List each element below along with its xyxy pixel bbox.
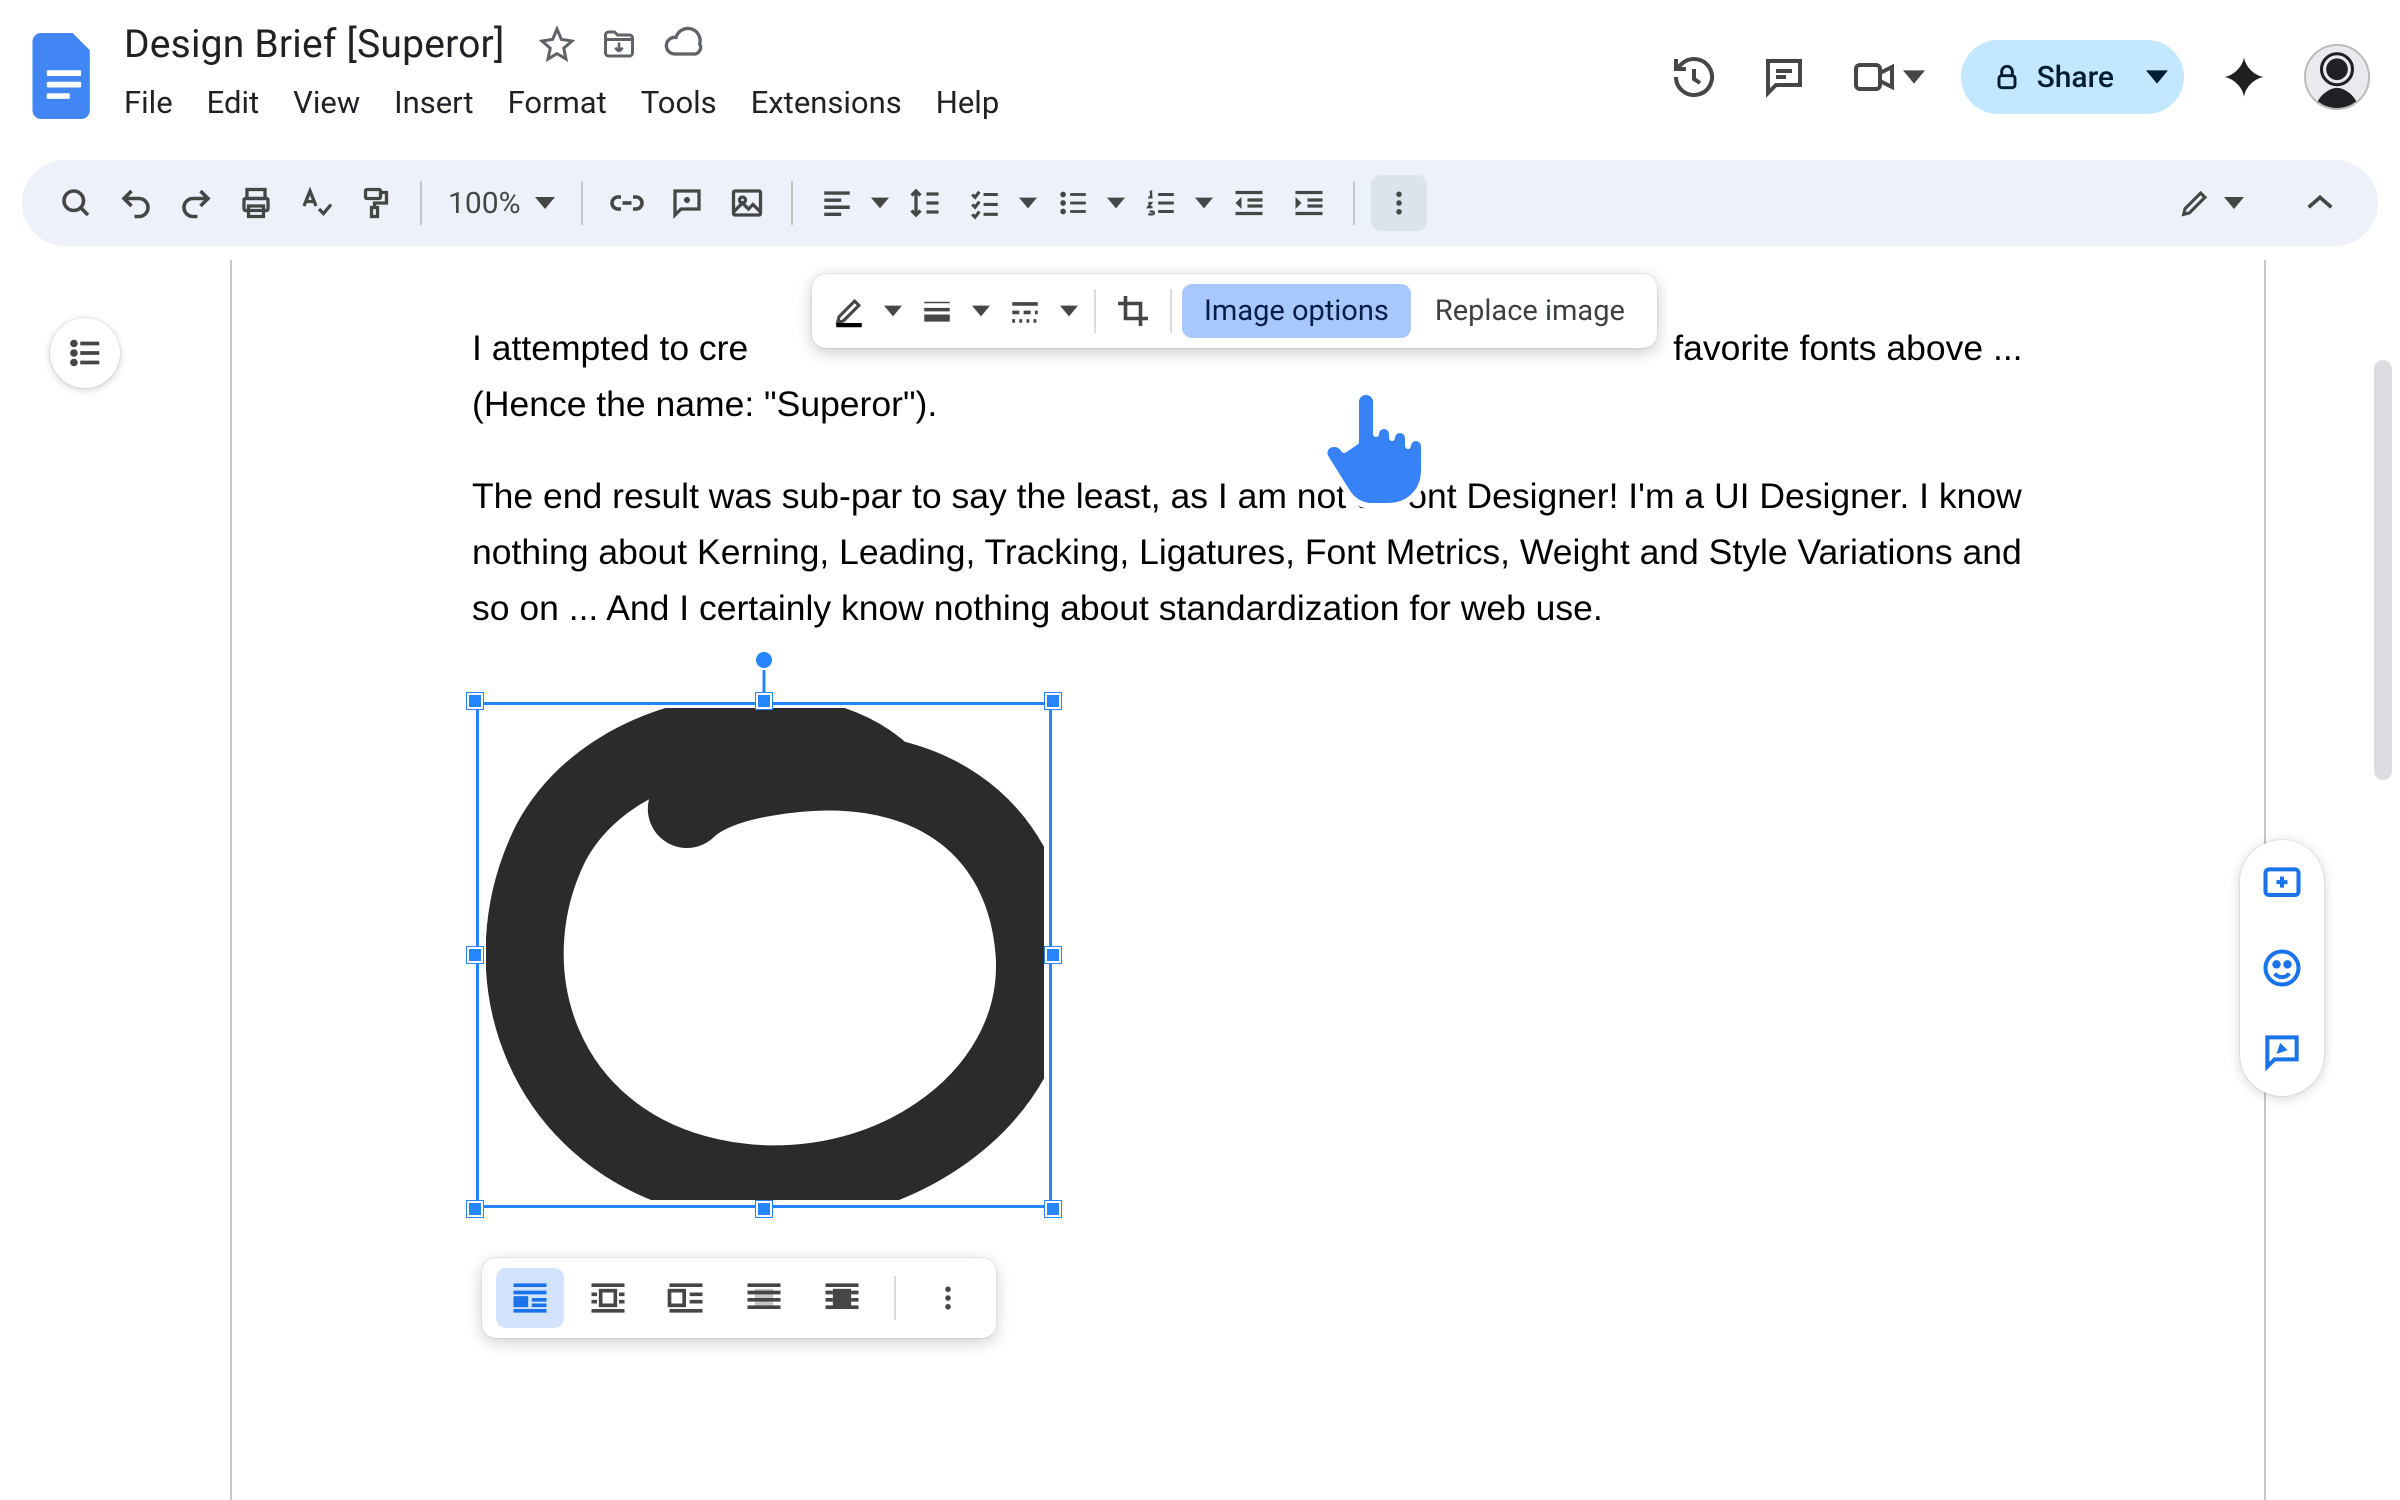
border-weight-caret[interactable] (966, 284, 996, 338)
share-label: Share (2037, 60, 2114, 95)
lock-icon (1991, 61, 2023, 93)
menu-insert[interactable]: Insert (394, 84, 473, 121)
more-tools-icon[interactable] (1371, 175, 1427, 231)
paint-format-icon[interactable] (348, 175, 404, 231)
undo-icon[interactable] (108, 175, 164, 231)
image-context-toolbar: Image options Replace image (812, 274, 1657, 348)
zoom-value: 100% (448, 186, 521, 221)
add-comment-side-icon[interactable] (2260, 862, 2304, 906)
checklist-dropdown[interactable] (957, 175, 1041, 231)
editing-mode-dropdown[interactable] (2160, 176, 2262, 230)
share-button[interactable]: Share (1961, 40, 2184, 114)
menu-extensions[interactable]: Extensions (751, 84, 902, 121)
wrap-break-icon[interactable] (652, 1268, 720, 1328)
border-color-caret[interactable] (878, 284, 908, 338)
gemini-icon[interactable] (2220, 53, 2268, 101)
suggest-edits-icon[interactable] (2260, 1030, 2304, 1074)
replace-image-button[interactable]: Replace image (1413, 284, 1647, 338)
insert-image-icon[interactable] (719, 175, 775, 231)
border-color-icon[interactable] (822, 284, 876, 338)
menu-format[interactable]: Format (508, 84, 607, 121)
wrap-text-icon[interactable] (574, 1268, 642, 1328)
resize-handle[interactable] (467, 1201, 483, 1217)
emoji-react-icon[interactable] (2260, 946, 2304, 990)
crop-icon[interactable] (1106, 284, 1160, 338)
menu-edit[interactable]: Edit (207, 84, 260, 121)
resize-handle[interactable] (756, 693, 772, 709)
insert-link-icon[interactable] (599, 175, 655, 231)
comments-icon[interactable] (1757, 50, 1811, 104)
indent-decrease-icon[interactable] (1221, 175, 1277, 231)
move-icon[interactable] (601, 26, 637, 62)
docs-logo[interactable] (28, 28, 100, 124)
document-title[interactable]: Design Brief [Superor] (118, 19, 511, 69)
line-spacing-icon[interactable] (897, 175, 953, 231)
add-comment-icon[interactable] (659, 175, 715, 231)
align-dropdown[interactable] (809, 175, 893, 231)
spellcheck-icon[interactable] (288, 175, 344, 231)
resize-handle[interactable] (467, 693, 483, 709)
collapse-toolbar-icon[interactable] (2292, 175, 2348, 231)
share-caret-icon[interactable] (2128, 40, 2184, 114)
meet-icon[interactable] (1847, 50, 1901, 104)
show-outline-button[interactable] (50, 318, 120, 388)
image-wrap-toolbar (482, 1258, 996, 1338)
resize-handle[interactable] (1045, 947, 1061, 963)
wrap-inline-icon[interactable] (496, 1268, 564, 1328)
account-avatar[interactable] (2304, 44, 2370, 110)
menu-file[interactable]: File (124, 84, 173, 121)
star-icon[interactable] (539, 26, 575, 62)
chevron-down-icon (2224, 193, 2244, 213)
resize-handle[interactable] (756, 1201, 772, 1217)
zoom-select[interactable]: 100% (438, 186, 565, 221)
redo-icon[interactable] (168, 175, 224, 231)
chevron-down-icon (535, 193, 555, 213)
menu-help[interactable]: Help (936, 84, 1000, 121)
meet-caret-icon[interactable] (1903, 66, 1925, 88)
wrap-more-icon[interactable] (914, 1268, 982, 1328)
menu-view[interactable]: View (293, 84, 360, 121)
print-icon[interactable] (228, 175, 284, 231)
pencil-icon (2178, 186, 2212, 220)
selected-image[interactable] (476, 702, 1052, 1208)
side-action-pill (2240, 840, 2324, 1096)
search-menus-icon[interactable] (48, 175, 104, 231)
numbered-list-dropdown[interactable] (1133, 175, 1217, 231)
border-weight-icon[interactable] (910, 284, 964, 338)
cloud-status-icon[interactable] (663, 24, 703, 64)
vertical-scrollbar[interactable] (2374, 360, 2392, 780)
wrap-behind-icon[interactable] (730, 1268, 798, 1328)
paragraph[interactable]: The end result was sub-par to say the le… (472, 468, 2024, 636)
menu-bar: File Edit View Insert Format Tools Exten… (118, 84, 999, 121)
history-icon[interactable] (1667, 50, 1721, 104)
rotate-handle[interactable] (754, 650, 774, 670)
image-options-button[interactable]: Image options (1182, 284, 1411, 338)
main-toolbar: 100% (22, 160, 2378, 246)
resize-handle[interactable] (467, 947, 483, 963)
border-dash-icon[interactable] (998, 284, 1052, 338)
resize-handle[interactable] (1045, 693, 1061, 709)
bullet-list-dropdown[interactable] (1045, 175, 1129, 231)
border-dash-caret[interactable] (1054, 284, 1084, 338)
indent-increase-icon[interactable] (1281, 175, 1337, 231)
resize-handle[interactable] (1045, 1201, 1061, 1217)
wrap-front-icon[interactable] (808, 1268, 876, 1328)
menu-tools[interactable]: Tools (641, 84, 717, 121)
